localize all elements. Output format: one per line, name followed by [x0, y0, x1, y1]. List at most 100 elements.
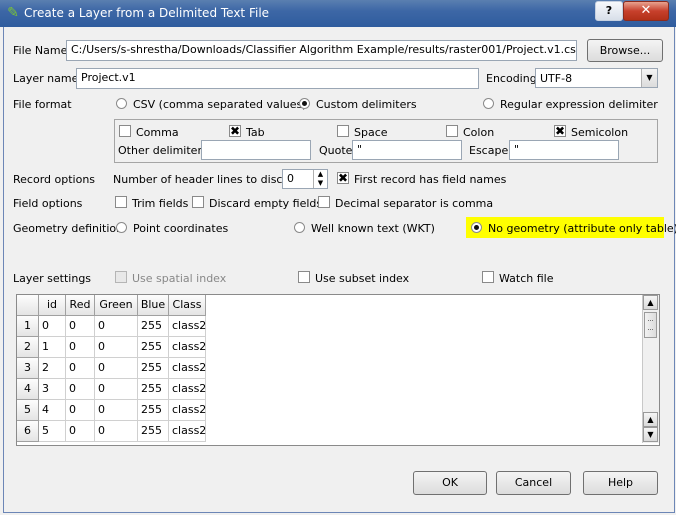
first-record-checkbox[interactable]: ✖: [337, 172, 349, 184]
row-header[interactable]: 3: [17, 358, 39, 379]
space-checkbox[interactable]: [337, 125, 349, 137]
file-name-label: File Name: [13, 44, 68, 57]
table-cell[interactable]: 2: [39, 358, 66, 379]
cancel-button[interactable]: Cancel: [496, 471, 571, 495]
table-cell[interactable]: class2: [169, 337, 206, 358]
custom-delimiters-label: Custom delimiters: [316, 98, 417, 111]
table-cell[interactable]: 255: [138, 400, 169, 421]
table-cell[interactable]: 1: [39, 337, 66, 358]
escape-label: Escape: [469, 144, 509, 157]
column-header[interactable]: Red: [66, 295, 95, 316]
table-cell[interactable]: 255: [138, 358, 169, 379]
csv-radio[interactable]: [116, 98, 127, 109]
help-button[interactable]: Help: [583, 471, 658, 495]
quote-label: Quote: [319, 144, 353, 157]
header-lines-value: 0: [287, 172, 294, 185]
other-delimiters-input[interactable]: [201, 140, 311, 160]
browse-button[interactable]: Browse...: [587, 39, 663, 62]
table-cell[interactable]: 0: [95, 400, 138, 421]
table-cell[interactable]: 0: [66, 421, 95, 442]
table-cell[interactable]: 255: [138, 379, 169, 400]
encoding-label: Encoding: [486, 72, 537, 85]
table-cell[interactable]: 0: [66, 358, 95, 379]
subset-index-checkbox[interactable]: [298, 271, 310, 283]
table-cell[interactable]: 255: [138, 421, 169, 442]
scroll-up-icon[interactable]: ▲: [643, 412, 658, 427]
csv-radio-label: CSV (comma separated values): [133, 98, 307, 111]
no-geometry-radio[interactable]: [471, 222, 482, 233]
row-header[interactable]: 2: [17, 337, 39, 358]
point-coordinates-label: Point coordinates: [133, 222, 229, 235]
table-cell[interactable]: 255: [138, 337, 169, 358]
scroll-thumb[interactable]: [644, 312, 657, 338]
corner-header[interactable]: [17, 295, 39, 316]
watch-file-label: Watch file: [499, 272, 554, 285]
table-cell[interactable]: 3: [39, 379, 66, 400]
table-cell[interactable]: 4: [39, 400, 66, 421]
help-titlebar-button[interactable]: ?: [595, 1, 623, 21]
comma-checkbox[interactable]: [119, 125, 131, 137]
wkt-radio[interactable]: [294, 222, 305, 233]
table-cell[interactable]: 0: [66, 400, 95, 421]
row-header[interactable]: 4: [17, 379, 39, 400]
file-name-input[interactable]: C:/Users/s-shrestha/Downloads/Classifier…: [66, 40, 577, 61]
table-cell[interactable]: 0: [95, 316, 138, 337]
point-coordinates-radio[interactable]: [116, 222, 127, 233]
table-cell[interactable]: class2: [169, 358, 206, 379]
table-cell[interactable]: 0: [95, 421, 138, 442]
column-header[interactable]: Blue: [138, 295, 169, 316]
watch-file-checkbox[interactable]: [482, 271, 494, 283]
regex-radio[interactable]: [483, 98, 494, 109]
table-cell[interactable]: class2: [169, 400, 206, 421]
colon-label: Colon: [463, 126, 495, 139]
spin-down-icon[interactable]: ▼: [313, 179, 327, 188]
escape-input[interactable]: ": [509, 140, 619, 160]
layer-name-label: Layer name: [13, 72, 79, 85]
scroll-down-icon[interactable]: ▼: [643, 427, 658, 442]
ok-button[interactable]: OK: [413, 471, 487, 495]
field-options-label: Field options: [13, 197, 83, 210]
custom-delimiters-radio[interactable]: [299, 98, 310, 109]
scroll-up-icon[interactable]: ▲: [643, 295, 658, 310]
table-cell[interactable]: 0: [39, 316, 66, 337]
table-cell[interactable]: 0: [95, 337, 138, 358]
tab-checkbox[interactable]: ✖: [229, 125, 241, 137]
decimal-comma-checkbox[interactable]: [318, 196, 330, 208]
table-cell[interactable]: class2: [169, 316, 206, 337]
table-cell[interactable]: 0: [66, 316, 95, 337]
spin-up-icon[interactable]: ▲: [313, 170, 327, 179]
encoding-select[interactable]: UTF-8 ▼: [535, 68, 658, 88]
table-vertical-scrollbar[interactable]: ▲ ▲ ▼: [642, 295, 659, 443]
table-cell[interactable]: 0: [95, 358, 138, 379]
table-cell[interactable]: 5: [39, 421, 66, 442]
colon-checkbox[interactable]: [446, 125, 458, 137]
trim-fields-checkbox[interactable]: [115, 196, 127, 208]
sample-data-table[interactable]: id Red Green Blue Class 1 0 0 0 255 clas…: [16, 294, 660, 446]
table-cell[interactable]: 0: [95, 379, 138, 400]
table-cell[interactable]: 255: [138, 316, 169, 337]
close-button[interactable]: ✕: [623, 1, 669, 21]
discard-empty-checkbox[interactable]: [192, 196, 204, 208]
column-header[interactable]: Green: [95, 295, 138, 316]
chevron-down-icon: ▼: [641, 69, 657, 87]
row-header[interactable]: 6: [17, 421, 39, 442]
row-header[interactable]: 5: [17, 400, 39, 421]
semicolon-checkbox[interactable]: ✖: [554, 125, 566, 137]
quote-input[interactable]: ": [352, 140, 462, 160]
dialog-body: File Name C:/Users/s-shrestha/Downloads/…: [3, 27, 676, 513]
record-options-label: Record options: [13, 173, 96, 186]
column-header[interactable]: Class: [169, 295, 206, 316]
table-cell[interactable]: class2: [169, 379, 206, 400]
header-lines-spinbox[interactable]: 0 ▲ ▼: [282, 169, 328, 189]
first-record-label: First record has field names: [354, 173, 507, 186]
table-cell[interactable]: 0: [66, 379, 95, 400]
layer-name-input[interactable]: Project.v1: [76, 68, 479, 89]
discard-empty-label: Discard empty fields: [209, 197, 323, 210]
row-header[interactable]: 1: [17, 316, 39, 337]
table-cell[interactable]: class2: [169, 421, 206, 442]
comma-label: Comma: [136, 126, 179, 139]
spatial-index-checkbox[interactable]: [115, 271, 127, 283]
column-header[interactable]: id: [39, 295, 66, 316]
table-cell[interactable]: 0: [66, 337, 95, 358]
trim-fields-label: Trim fields: [132, 197, 189, 210]
